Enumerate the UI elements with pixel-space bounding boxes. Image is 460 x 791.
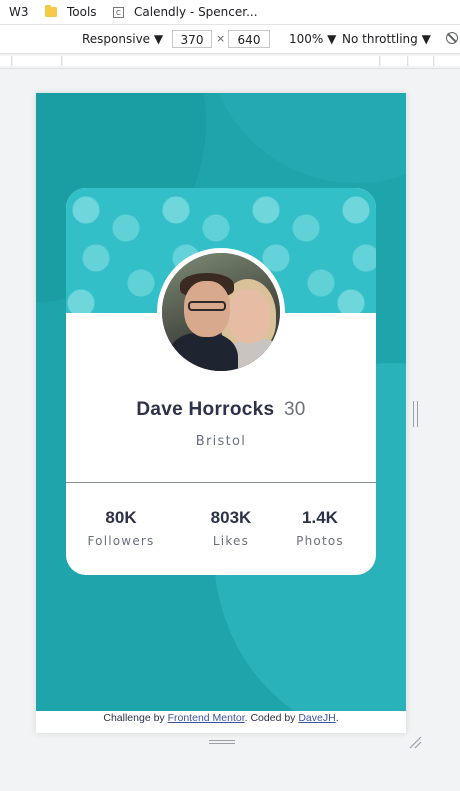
stat-label: Followers [87,534,155,548]
media-query-segment[interactable] [381,56,408,66]
folder-icon [45,5,57,17]
throttling-label: No throttling [342,32,418,46]
profile-name: Dave Horrocks [136,399,275,420]
zoom-label: 100% [289,32,324,46]
bookmark-label: W3 [9,5,29,19]
profile-age: 30 [283,399,306,420]
media-query-segment[interactable] [0,56,12,66]
stat-value: 80K [105,508,137,527]
stat-label: Photos [296,534,344,548]
bookmark-tools[interactable]: Tools [45,0,97,24]
media-query-segment[interactable] [13,56,62,66]
resize-corner-icon[interactable] [408,735,422,749]
device-mode-label: Responsive [82,32,151,46]
device-toolbar: Responsive ▼ 370 × 640 100% ▼ No throttl… [0,25,460,54]
stat-value: 1.4K [302,508,338,527]
page-background: Dave Horrocks 30 Bristol 80K Followers 8… [36,93,406,711]
throttling-select[interactable]: No throttling ▼ [342,25,431,53]
bookmark-label: Calendly - Spencer... [134,5,258,19]
device-viewport: Dave Horrocks 30 Bristol 80K Followers 8… [36,93,406,733]
rotate-disabled-icon[interactable] [446,32,458,44]
dropdown-arrow-icon: ▼ [421,32,431,46]
resize-handle-right[interactable] [413,401,418,427]
profile-city: Bristol [195,434,247,449]
attribution-footer: Challenge by Frontend Mentor. Coded by D… [36,711,406,733]
calendly-favicon: C [113,6,124,18]
dropdown-arrow-icon: ▼ [327,32,337,46]
profile-card: Dave Horrocks 30 Bristol 80K Followers 8… [66,188,376,575]
bookmark-w3[interactable]: W3 [0,0,29,24]
decorative-circle [206,93,406,183]
bookmark-label: Tools [67,5,97,19]
media-query-bar[interactable] [0,54,460,69]
author-link[interactable]: DaveJH [298,712,335,724]
media-query-segment[interactable] [435,56,460,66]
resize-handle-bottom[interactable] [209,740,235,744]
footer-text: . Coded by [244,712,299,724]
media-query-segment[interactable] [63,56,380,66]
zoom-select[interactable]: 100% ▼ [289,25,336,53]
media-query-segment[interactable] [409,56,434,66]
footer-text: . [335,712,339,724]
device-mode-select[interactable]: Responsive ▼ [82,25,163,53]
avatar [157,248,285,376]
bookmark-calendly[interactable]: C Calendly - Spencer... [113,0,258,24]
viewport-width-input[interactable]: 370 [172,30,212,48]
footer-text: Challenge by [103,712,168,724]
dimension-separator: × [216,32,226,45]
stat-followers: 80K Followers [69,508,173,548]
dropdown-arrow-icon: ▼ [153,32,164,46]
bookmarks-bar: W3 Tools C Calendly - Spencer... [0,0,460,25]
card-divider [66,482,376,483]
stat-photos: 1.4K Photos [268,508,372,548]
frontend-mentor-link[interactable]: Frontend Mentor [168,712,245,724]
viewport-height-input[interactable]: 640 [228,30,270,48]
profile-name-line: Dave Horrocks 30 [66,399,376,421]
